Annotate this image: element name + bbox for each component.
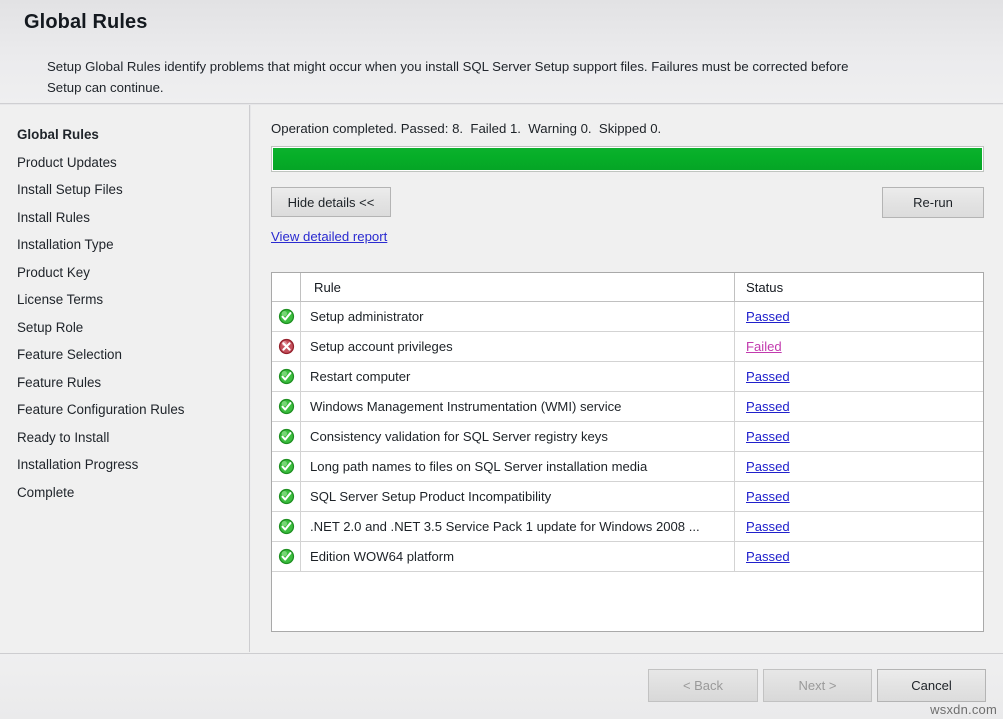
status-link[interactable]: Passed	[746, 369, 790, 384]
hide-details-button[interactable]: Hide details <<	[271, 187, 391, 217]
sidebar-item-global-rules[interactable]: Global Rules	[0, 121, 249, 149]
sidebar-item-installation-progress[interactable]: Installation Progress	[0, 451, 249, 479]
table-header-row: Rule Status	[272, 273, 983, 302]
error-icon	[272, 332, 301, 361]
rule-name: Edition WOW64 platform	[310, 549, 454, 564]
setup-wizard-window: Global Rules Setup Global Rules identify…	[0, 0, 1003, 719]
status-link[interactable]: Failed	[746, 339, 782, 354]
table-row[interactable]: Edition WOW64 platform Passed	[272, 542, 983, 572]
sidebar-item-complete[interactable]: Complete	[0, 479, 249, 507]
table-row[interactable]: .NET 2.0 and .NET 3.5 Service Pack 1 upd…	[272, 512, 983, 542]
rule-name: SQL Server Setup Product Incompatibility	[310, 489, 551, 504]
back-button[interactable]: < Back	[648, 669, 758, 702]
success-icon	[272, 422, 301, 451]
rule-name: .NET 2.0 and .NET 3.5 Service Pack 1 upd…	[310, 519, 700, 534]
success-icon	[272, 362, 301, 391]
sidebar-item-ready-to-install[interactable]: Ready to Install	[0, 424, 249, 452]
wizard-step-list: Global RulesProduct UpdatesInstall Setup…	[0, 105, 250, 652]
view-detailed-report-link[interactable]: View detailed report	[271, 229, 387, 244]
page-description: Setup Global Rules identify problems tha…	[47, 56, 867, 98]
status-link[interactable]: Passed	[746, 309, 790, 324]
table-row[interactable]: Setup account privileges Failed	[272, 332, 983, 362]
sidebar-item-license-terms[interactable]: License Terms	[0, 286, 249, 314]
re-run-button[interactable]: Re-run	[882, 187, 984, 218]
status-link[interactable]: Passed	[746, 549, 790, 564]
success-icon	[272, 392, 301, 421]
sidebar-item-setup-role[interactable]: Setup Role	[0, 314, 249, 342]
table-row[interactable]: SQL Server Setup Product Incompatibility…	[272, 482, 983, 512]
sidebar-item-install-rules[interactable]: Install Rules	[0, 204, 249, 232]
next-button[interactable]: Next >	[763, 669, 872, 702]
rule-name: Setup account privileges	[310, 339, 453, 354]
column-header-rule: Rule	[314, 280, 341, 295]
watermark: wsxdn.com	[930, 702, 997, 717]
progress-bar	[271, 146, 984, 172]
status-link[interactable]: Passed	[746, 459, 790, 474]
status-link[interactable]: Passed	[746, 519, 790, 534]
table-body: Setup administrator Passed Setup account p…	[272, 302, 983, 572]
rule-name: Long path names to files on SQL Server i…	[310, 459, 647, 474]
success-icon	[272, 452, 301, 481]
sidebar-item-product-key[interactable]: Product Key	[0, 259, 249, 287]
page-title: Global Rules	[24, 11, 147, 34]
rule-name: Windows Management Instrumentation (WMI)…	[310, 399, 621, 414]
success-icon	[272, 512, 301, 541]
rule-name: Consistency validation for SQL Server re…	[310, 429, 608, 444]
sidebar-item-feature-configuration-rules[interactable]: Feature Configuration Rules	[0, 396, 249, 424]
table-row[interactable]: Restart computer Passed	[272, 362, 983, 392]
rule-name: Setup administrator	[310, 309, 424, 324]
table-row[interactable]: Setup administrator Passed	[272, 302, 983, 332]
status-link[interactable]: Passed	[746, 489, 790, 504]
status-link[interactable]: Passed	[746, 399, 790, 414]
table-row[interactable]: Windows Management Instrumentation (WMI)…	[272, 392, 983, 422]
column-header-status: Status	[746, 280, 783, 295]
sidebar-item-feature-rules[interactable]: Feature Rules	[0, 369, 249, 397]
success-icon	[272, 302, 301, 331]
page-header: Global Rules Setup Global Rules identify…	[0, 0, 1003, 104]
sidebar-item-installation-type[interactable]: Installation Type	[0, 231, 249, 259]
success-icon	[272, 482, 301, 511]
operation-status-text: Operation completed. Passed: 8. Failed 1…	[271, 121, 661, 136]
sidebar-item-install-setup-files[interactable]: Install Setup Files	[0, 176, 249, 204]
wizard-button-bar: < Back Next > Cancel wsxdn.com	[0, 653, 1003, 719]
table-header-icon-cell	[272, 273, 301, 301]
status-link[interactable]: Passed	[746, 429, 790, 444]
sidebar-item-feature-selection[interactable]: Feature Selection	[0, 341, 249, 369]
cancel-button[interactable]: Cancel	[877, 669, 986, 702]
progress-bar-fill	[273, 148, 982, 170]
table-row[interactable]: Long path names to files on SQL Server i…	[272, 452, 983, 482]
rule-name: Restart computer	[310, 369, 410, 384]
rules-table: Rule Status Setup administratorPassedSet…	[271, 272, 984, 632]
sidebar-item-product-updates[interactable]: Product Updates	[0, 149, 249, 177]
table-row[interactable]: Consistency validation for SQL Server re…	[272, 422, 983, 452]
success-icon	[272, 542, 301, 571]
main-content: Operation completed. Passed: 8. Failed 1…	[251, 105, 1003, 652]
